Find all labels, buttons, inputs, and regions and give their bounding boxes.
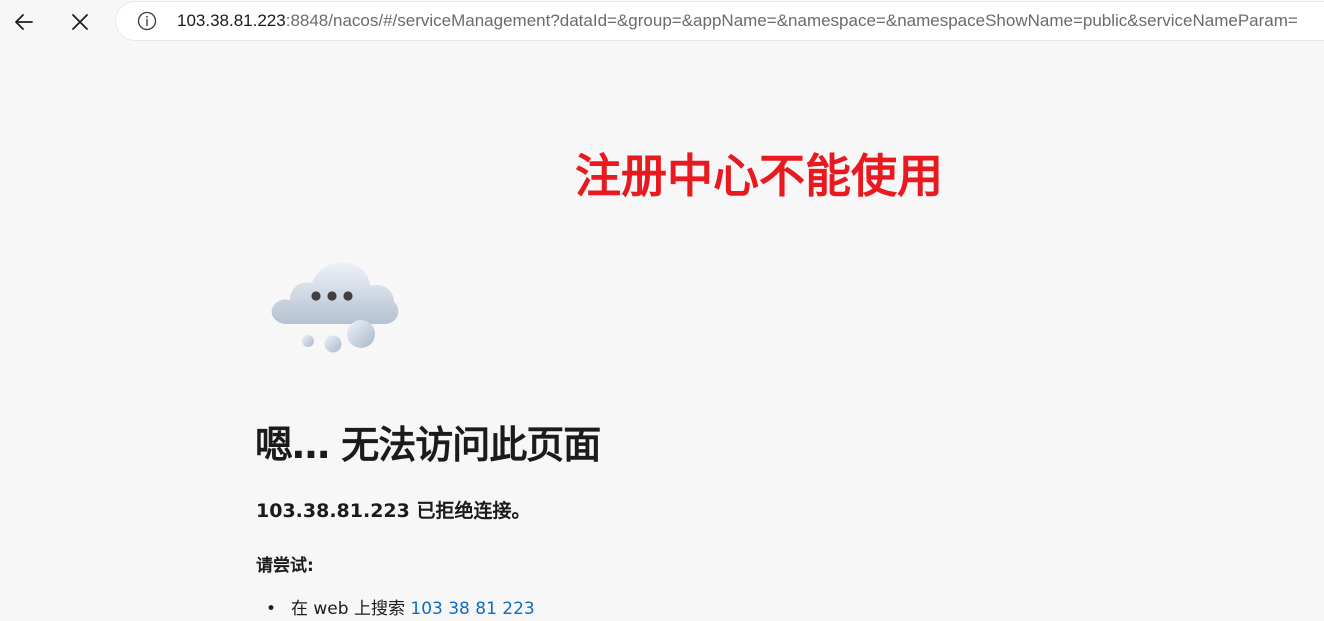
bullet: • <box>266 599 277 619</box>
url-path: :8848/nacos/#/serviceManagement?dataId=&… <box>285 11 1298 30</box>
try-label: 请尝试: <box>256 556 314 576</box>
web-search-link[interactable]: 103 38 81 223 <box>410 599 534 619</box>
error-detail: 103.38.81.223 已拒绝连接。 <box>256 500 531 522</box>
suggestion-text: 在 web 上搜索 <box>291 599 411 619</box>
address-url[interactable]: 103.38.81.223:8848/nacos/#/serviceManage… <box>177 11 1298 31</box>
address-bar[interactable]: 103.38.81.223:8848/nacos/#/serviceManage… <box>116 2 1324 40</box>
info-circle-icon[interactable] <box>137 11 157 31</box>
error-heading: 嗯… 无法访问此页面 <box>255 423 601 467</box>
back-button[interactable] <box>6 4 42 40</box>
url-host: 103.38.81.223 <box>177 11 286 30</box>
close-icon <box>72 14 88 30</box>
arrow-left-icon <box>15 14 33 30</box>
red-annotation-text: 注册中心不能使用 <box>575 149 943 203</box>
list-item: • 在 web 上搜索 103 38 81 223 <box>266 597 535 621</box>
stop-loading-button[interactable] <box>62 4 98 40</box>
browser-toolbar: 103.38.81.223:8848/nacos/#/serviceManage… <box>0 0 1324 44</box>
thinking-cloud-icon <box>271 262 399 353</box>
suggestion-list: • 在 web 上搜索 103 38 81 223 <box>266 597 535 621</box>
